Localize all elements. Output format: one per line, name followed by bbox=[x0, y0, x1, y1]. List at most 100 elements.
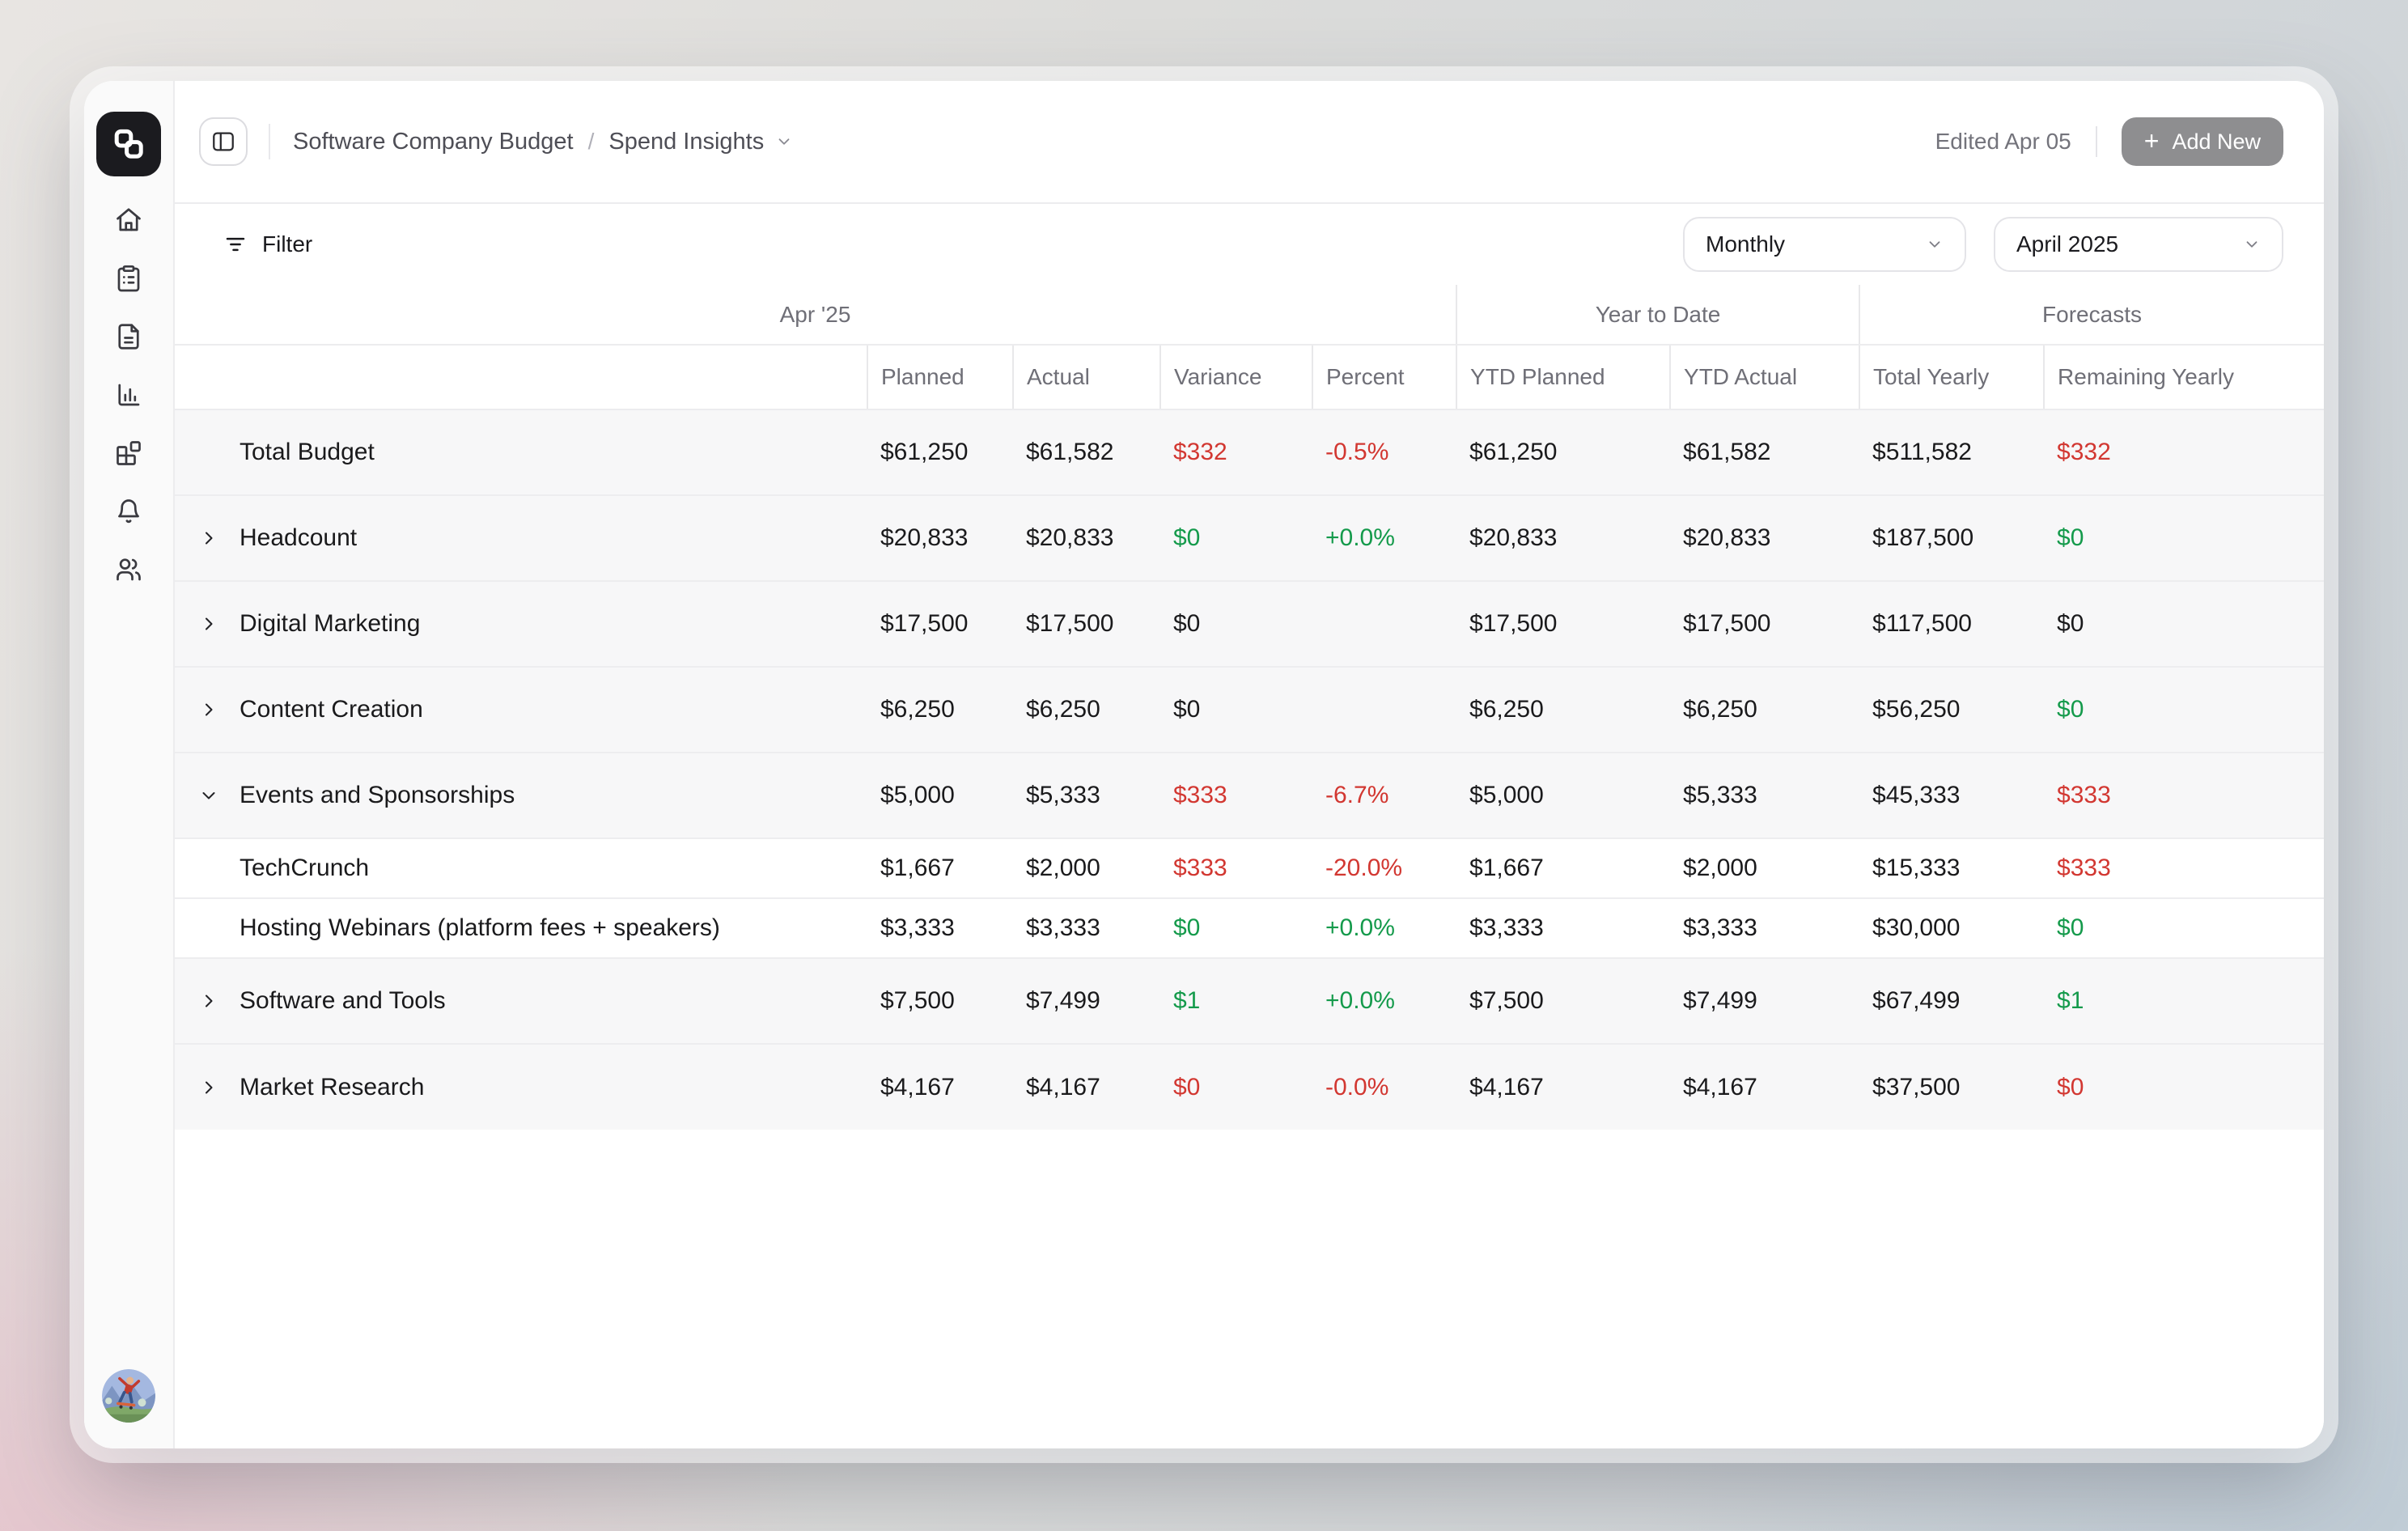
table-row-headcount[interactable]: Headcount $20,833 $20,833 $0 +0.0% $20,8… bbox=[175, 495, 2324, 581]
table-row-market-research[interactable]: Market Research $4,167 $4,167 $0 -0.0% $… bbox=[175, 1044, 2324, 1130]
filter-bar-right: Monthly April 2025 bbox=[1683, 217, 2283, 272]
cell-percent: -0.0% bbox=[1312, 1044, 1456, 1130]
user-avatar[interactable] bbox=[102, 1369, 155, 1423]
add-new-button[interactable]: + Add New bbox=[2122, 117, 2283, 166]
cell-actual: $61,582 bbox=[1013, 409, 1160, 495]
cell-ytd-actual: $4,167 bbox=[1670, 1044, 1859, 1130]
cell-variance: $0 bbox=[1160, 1044, 1312, 1130]
row-label: TechCrunch bbox=[240, 855, 369, 882]
sidebar bbox=[84, 81, 175, 1448]
cell-total-yearly: $30,000 bbox=[1859, 898, 2044, 958]
blocks-icon bbox=[114, 439, 143, 468]
bell-icon bbox=[114, 497, 143, 526]
cell-ytd-planned: $17,500 bbox=[1456, 581, 1670, 667]
col-header-ytd-planned: YTD Planned bbox=[1456, 345, 1670, 409]
cell-percent: +0.0% bbox=[1312, 898, 1456, 958]
cell-planned: $17,500 bbox=[867, 581, 1013, 667]
cell-remaining-yearly: $0 bbox=[2044, 898, 2324, 958]
filter-bar: Filter Monthly April 2025 bbox=[175, 204, 2324, 285]
cell-planned: $7,500 bbox=[867, 958, 1013, 1044]
cell-variance: $0 bbox=[1160, 581, 1312, 667]
breadcrumb-dropdown-button[interactable] bbox=[775, 133, 793, 151]
chevron-right-icon[interactable] bbox=[199, 700, 218, 719]
logo-glyph-icon bbox=[109, 125, 148, 163]
sidebar-item-home[interactable] bbox=[106, 197, 151, 243]
filter-label: Filter bbox=[262, 231, 312, 257]
cell-percent: -6.7% bbox=[1312, 753, 1456, 838]
cell-actual: $17,500 bbox=[1013, 581, 1160, 667]
month-select[interactable]: April 2025 bbox=[1994, 217, 2283, 272]
cell-actual: $6,250 bbox=[1013, 667, 1160, 753]
table-row-software-and-tools[interactable]: Software and Tools $7,500 $7,499 $1 +0.0… bbox=[175, 958, 2324, 1044]
cell-total-yearly: $187,500 bbox=[1859, 495, 2044, 581]
cell-total-yearly: $511,582 bbox=[1859, 409, 2044, 495]
table-body: Total Budget $61,250 $61,582 $332 -0.5% … bbox=[175, 409, 2324, 1130]
period-select[interactable]: Monthly bbox=[1683, 217, 1966, 272]
cell-ytd-planned: $61,250 bbox=[1456, 409, 1670, 495]
budget-table: Apr '25 Year to Date Forecasts Planned A… bbox=[175, 285, 2324, 1130]
cell-planned: $20,833 bbox=[867, 495, 1013, 581]
cell-total-yearly: $37,500 bbox=[1859, 1044, 2044, 1130]
chevron-right-icon[interactable] bbox=[199, 528, 218, 548]
table-row-hosting-webinars[interactable]: Hosting Webinars (platform fees + speake… bbox=[175, 898, 2324, 958]
cell-ytd-actual: $61,582 bbox=[1670, 409, 1859, 495]
breadcrumb-parent[interactable]: Software Company Budget bbox=[293, 129, 574, 155]
cell-total-yearly: $56,250 bbox=[1859, 667, 2044, 753]
cell-actual: $7,499 bbox=[1013, 958, 1160, 1044]
row-label: Digital Marketing bbox=[240, 610, 420, 638]
sidebar-item-documents[interactable] bbox=[106, 314, 151, 359]
group-header-ytd: Year to Date bbox=[1456, 285, 1859, 345]
chevron-right-icon[interactable] bbox=[199, 1078, 218, 1097]
cell-variance: $0 bbox=[1160, 495, 1312, 581]
cell-actual: $20,833 bbox=[1013, 495, 1160, 581]
avatar-image bbox=[102, 1369, 155, 1423]
cell-ytd-actual: $6,250 bbox=[1670, 667, 1859, 753]
col-header-label bbox=[175, 345, 867, 409]
topbar-divider bbox=[269, 124, 270, 159]
cell-total-yearly: $117,500 bbox=[1859, 581, 2044, 667]
sidebar-toggle-button[interactable] bbox=[199, 117, 248, 166]
row-label: Market Research bbox=[240, 1074, 424, 1101]
chevron-right-icon[interactable] bbox=[199, 614, 218, 634]
table-row-content-creation[interactable]: Content Creation $6,250 $6,250 $0 $6,250… bbox=[175, 667, 2324, 753]
budget-table-container: Apr '25 Year to Date Forecasts Planned A… bbox=[175, 285, 2324, 1448]
table-row-digital-marketing[interactable]: Digital Marketing $17,500 $17,500 $0 $17… bbox=[175, 581, 2324, 667]
breadcrumb-current[interactable]: Spend Insights bbox=[608, 129, 764, 155]
group-header-row: Apr '25 Year to Date Forecasts bbox=[175, 285, 2324, 345]
table-header: Apr '25 Year to Date Forecasts Planned A… bbox=[175, 285, 2324, 409]
chevron-down-icon[interactable] bbox=[199, 786, 218, 805]
cell-ytd-planned: $7,500 bbox=[1456, 958, 1670, 1044]
cell-variance: $0 bbox=[1160, 667, 1312, 753]
table-row-events-and-sponsorships[interactable]: Events and Sponsorships $5,000 $5,333 $3… bbox=[175, 753, 2324, 838]
cell-percent bbox=[1312, 581, 1456, 667]
cell-actual: $4,167 bbox=[1013, 1044, 1160, 1130]
col-header-ytd-actual: YTD Actual bbox=[1670, 345, 1859, 409]
cell-actual: $5,333 bbox=[1013, 753, 1160, 838]
cell-ytd-planned: $3,333 bbox=[1456, 898, 1670, 958]
users-icon bbox=[114, 555, 143, 584]
sidebar-item-tasks[interactable] bbox=[106, 256, 151, 301]
filter-button[interactable]: Filter bbox=[223, 231, 312, 257]
table-row-techcrunch[interactable]: TechCrunch $1,667 $2,000 $333 -20.0% $1,… bbox=[175, 838, 2324, 898]
cell-total-yearly: $45,333 bbox=[1859, 753, 2044, 838]
app-logo[interactable] bbox=[96, 112, 161, 176]
chevron-down-icon bbox=[775, 133, 793, 151]
table-row-total-budget[interactable]: Total Budget $61,250 $61,582 $332 -0.5% … bbox=[175, 409, 2324, 495]
cell-ytd-actual: $7,499 bbox=[1670, 958, 1859, 1044]
column-header-row: Planned Actual Variance Percent YTD Plan… bbox=[175, 345, 2324, 409]
cell-planned: $5,000 bbox=[867, 753, 1013, 838]
sidebar-item-apps[interactable] bbox=[106, 430, 151, 476]
edited-timestamp: Edited Apr 05 bbox=[1935, 129, 2071, 155]
month-select-value: April 2025 bbox=[2016, 231, 2118, 257]
row-label: Hosting Webinars (platform fees + speake… bbox=[240, 914, 720, 942]
document-icon bbox=[114, 322, 143, 351]
cell-variance: $1 bbox=[1160, 958, 1312, 1044]
cell-ytd-actual: $3,333 bbox=[1670, 898, 1859, 958]
sidebar-nav bbox=[106, 197, 151, 592]
chevron-down-icon bbox=[2243, 235, 2261, 253]
cell-total-yearly: $67,499 bbox=[1859, 958, 2044, 1044]
chevron-right-icon[interactable] bbox=[199, 991, 218, 1011]
sidebar-item-notifications[interactable] bbox=[106, 489, 151, 534]
sidebar-item-members[interactable] bbox=[106, 547, 151, 592]
sidebar-item-reports[interactable] bbox=[106, 372, 151, 418]
